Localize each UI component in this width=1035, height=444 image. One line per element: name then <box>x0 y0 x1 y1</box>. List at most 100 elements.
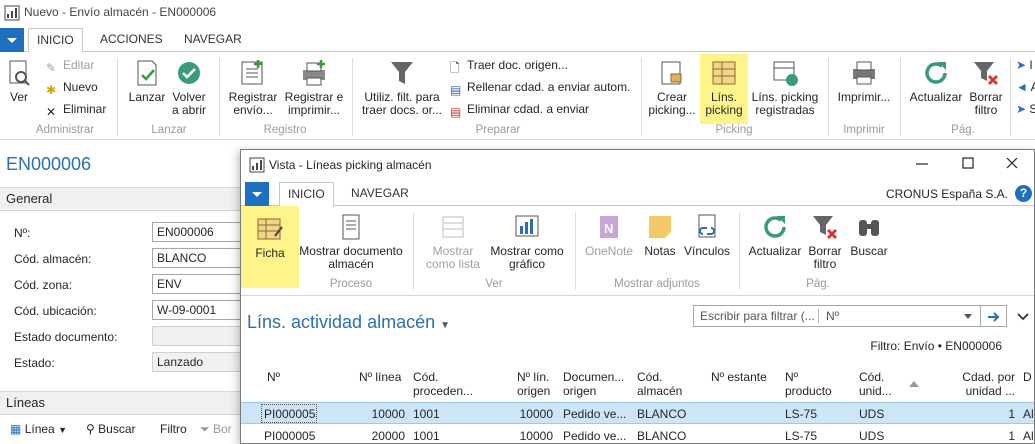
mostrar-lista-button[interactable]: Mostrar como lista <box>421 212 485 271</box>
reopen-icon <box>178 62 200 84</box>
front-borrar-filtro-button[interactable]: Borrar filtro <box>805 212 845 271</box>
imprimir-button[interactable]: Imprimir... <box>834 58 894 104</box>
maximize-icon[interactable] <box>961 156 975 170</box>
ficha-button[interactable]: Ficha <box>241 206 299 288</box>
front-tab-navegar[interactable]: NAVEGAR <box>343 182 417 206</box>
field-label-no: Nº: <box>14 226 31 240</box>
search-field-select[interactable]: Nº <box>826 309 839 323</box>
col-header-lin-origen[interactable]: Nº lín. origen <box>517 370 557 398</box>
link-icon <box>698 214 716 238</box>
dropdown-icon[interactable] <box>964 314 972 319</box>
pick-lines-icon <box>712 61 736 85</box>
notas-button[interactable]: Notas <box>641 212 679 258</box>
mostrar-documento-label: Mostrar documento almacén <box>299 244 403 271</box>
cell-alm: BLANCO <box>637 407 687 421</box>
traer-doc-button[interactable]: 🗋 Traer doc. origen... <box>450 56 568 75</box>
crear-picking-button[interactable]: Crear picking... <box>646 58 698 117</box>
field-ubicacion[interactable]: W-09-0001 <box>152 300 242 320</box>
editar-button[interactable]: ✎ Editar <box>46 56 94 75</box>
delete-qty-icon: ▤ <box>450 105 462 119</box>
buscar-lines-button[interactable]: ⚲ Buscar <box>86 422 136 436</box>
col-header-d[interactable]: D <box>1023 370 1032 384</box>
document-icon: 🗋 <box>450 61 460 75</box>
window-titlebar: Nuevo - Envío almacén - EN000006 <box>0 0 1035 26</box>
tab-acciones[interactable]: ACCIONES <box>92 28 171 52</box>
lines-toolbar: ▦ Línea ▼ ⚲ Buscar Filtro ⏷ Bor <box>0 416 240 444</box>
buscar-lines-label: Buscar <box>98 422 136 436</box>
registrar-envio-button[interactable]: Registrar envío... <box>226 58 280 117</box>
vinculos-button[interactable]: Vínculos <box>681 212 733 258</box>
col-header-estante[interactable]: Nº estante <box>711 370 767 384</box>
front-ribbon: Ficha Mostrar documento almacén Proceso … <box>241 206 1034 296</box>
minimize-icon[interactable] <box>915 156 929 170</box>
col-header-no[interactable]: Nº <box>267 370 280 384</box>
eliminar-button[interactable]: ✕ Eliminar <box>46 100 106 119</box>
search-filter-input[interactable]: Escribir para filtrar (... Nº <box>693 305 981 327</box>
rellenar-button[interactable]: ▤ Rellenar cdad. a enviar autom. <box>450 78 630 97</box>
onenote-button[interactable]: N OneNote <box>581 212 637 258</box>
col-header-unid[interactable]: Cód. unid... <box>859 370 901 398</box>
lins-picking-button[interactable]: Líns. picking <box>700 54 748 124</box>
col-header-linea[interactable]: Nº línea <box>359 370 401 384</box>
front-app-menu-button[interactable] <box>245 182 269 206</box>
eliminar-cdad-button[interactable]: ▤ Eliminar cdad. a enviar <box>450 100 590 119</box>
front-actualizar-button[interactable]: Actualizar <box>745 212 805 258</box>
filtro-lines-button[interactable]: Filtro <box>160 422 187 436</box>
col-header-cdad[interactable]: Cdad. por unidad ... <box>941 370 1015 398</box>
search-placeholder: Escribir para filtrar (... <box>700 309 815 323</box>
chevron-down-icon: ▼ <box>58 425 67 435</box>
utiliz-filt-button[interactable]: Utiliz. filt. para traer docs. or... <box>360 58 444 117</box>
field-almacen[interactable]: BLANCO <box>152 248 242 268</box>
borrar-lines-label: Bor <box>212 422 232 436</box>
list-title[interactable]: Líns. actividad almacén ▼ <box>247 312 450 333</box>
field-no[interactable]: EN000006 <box>152 222 242 242</box>
chevron-down-icon: ▼ <box>440 320 451 331</box>
col-header-doc-origen[interactable]: Documen... origen <box>563 370 629 398</box>
tab-inicio[interactable]: INICIO <box>28 28 83 53</box>
front-tab-inicio[interactable]: INICIO <box>279 182 334 207</box>
front-ribbon-tabs: INICIO NAVEGAR CRONUS España S.A. ? <box>241 182 1034 207</box>
eliminar-cdad-label: Eliminar cdad. a enviar <box>467 102 590 116</box>
table-row[interactable]: PI000005 10000 1001 10000 Pedido ve... B… <box>241 402 1034 424</box>
linea-menu-button[interactable]: ▦ Línea ▼ <box>10 422 67 436</box>
company-name[interactable]: CRONUS España S.A. <box>886 187 1008 201</box>
collapse-chevron-icon[interactable] <box>1017 312 1029 322</box>
volver-abrir-button[interactable]: Volver a abrir <box>170 58 208 117</box>
fasttab-lineas[interactable]: Líneas <box>0 391 240 415</box>
cell-alm: BLANCO <box>637 429 687 443</box>
front-buscar-button[interactable]: Buscar <box>849 212 889 258</box>
app-menu-button[interactable] <box>0 28 24 52</box>
borrar-filtro-button[interactable]: Borrar filtro <box>966 58 1006 117</box>
col-header-proc[interactable]: Cód. proceden... <box>413 370 483 398</box>
tab-navegar[interactable]: NAVEGAR <box>176 28 250 52</box>
registrar-imprimir-button[interactable]: Registrar e imprimir... <box>284 58 344 117</box>
lanzar-button[interactable]: Lanzar <box>126 58 168 104</box>
nuevo-button[interactable]: ✱ Nuevo <box>46 78 98 97</box>
borrar-lines-button[interactable]: ⏷ Bor <box>200 422 232 437</box>
chart-icon <box>515 215 539 237</box>
fasttab-general[interactable]: General <box>0 187 240 211</box>
onenote-icon: N <box>600 216 618 238</box>
app-logo-icon <box>4 5 20 21</box>
mostrar-documento-button[interactable]: Mostrar documento almacén <box>297 212 405 271</box>
ver-button[interactable]: Ver <box>4 58 34 104</box>
search-go-button[interactable] <box>981 305 1007 327</box>
cell-unid: UDS <box>859 407 885 421</box>
help-icon[interactable]: ? <box>1015 185 1032 202</box>
col-header-producto[interactable]: Nº producto <box>785 370 835 398</box>
nuevo-label: Nuevo <box>63 80 98 94</box>
table-row[interactable]: PI000005 20000 1001 10000 Pedido ve... B… <box>241 425 1034 443</box>
cut-off-button-3[interactable]: ➤ S <box>1016 100 1035 118</box>
cut-off-button-1[interactable]: ➤ I <box>1016 56 1033 74</box>
mostrar-grafico-button[interactable]: Mostrar como gráfico <box>487 212 567 271</box>
cell-doc: Pedido ve... <box>563 429 627 443</box>
cut-off-button-2[interactable]: ◄ A <box>1016 78 1035 96</box>
lins-picking-registradas-button[interactable]: Líns. picking registradas <box>750 58 820 117</box>
ficha-label: Ficha <box>255 246 285 260</box>
col-header-almacen[interactable]: Cód. almacén <box>637 370 691 398</box>
actualizar-button[interactable]: Actualizar <box>908 58 964 104</box>
view-icon <box>9 60 30 86</box>
grid-icon: ▦ <box>10 422 22 436</box>
close-icon[interactable] <box>1005 156 1019 170</box>
field-zona[interactable]: ENV <box>152 274 242 294</box>
